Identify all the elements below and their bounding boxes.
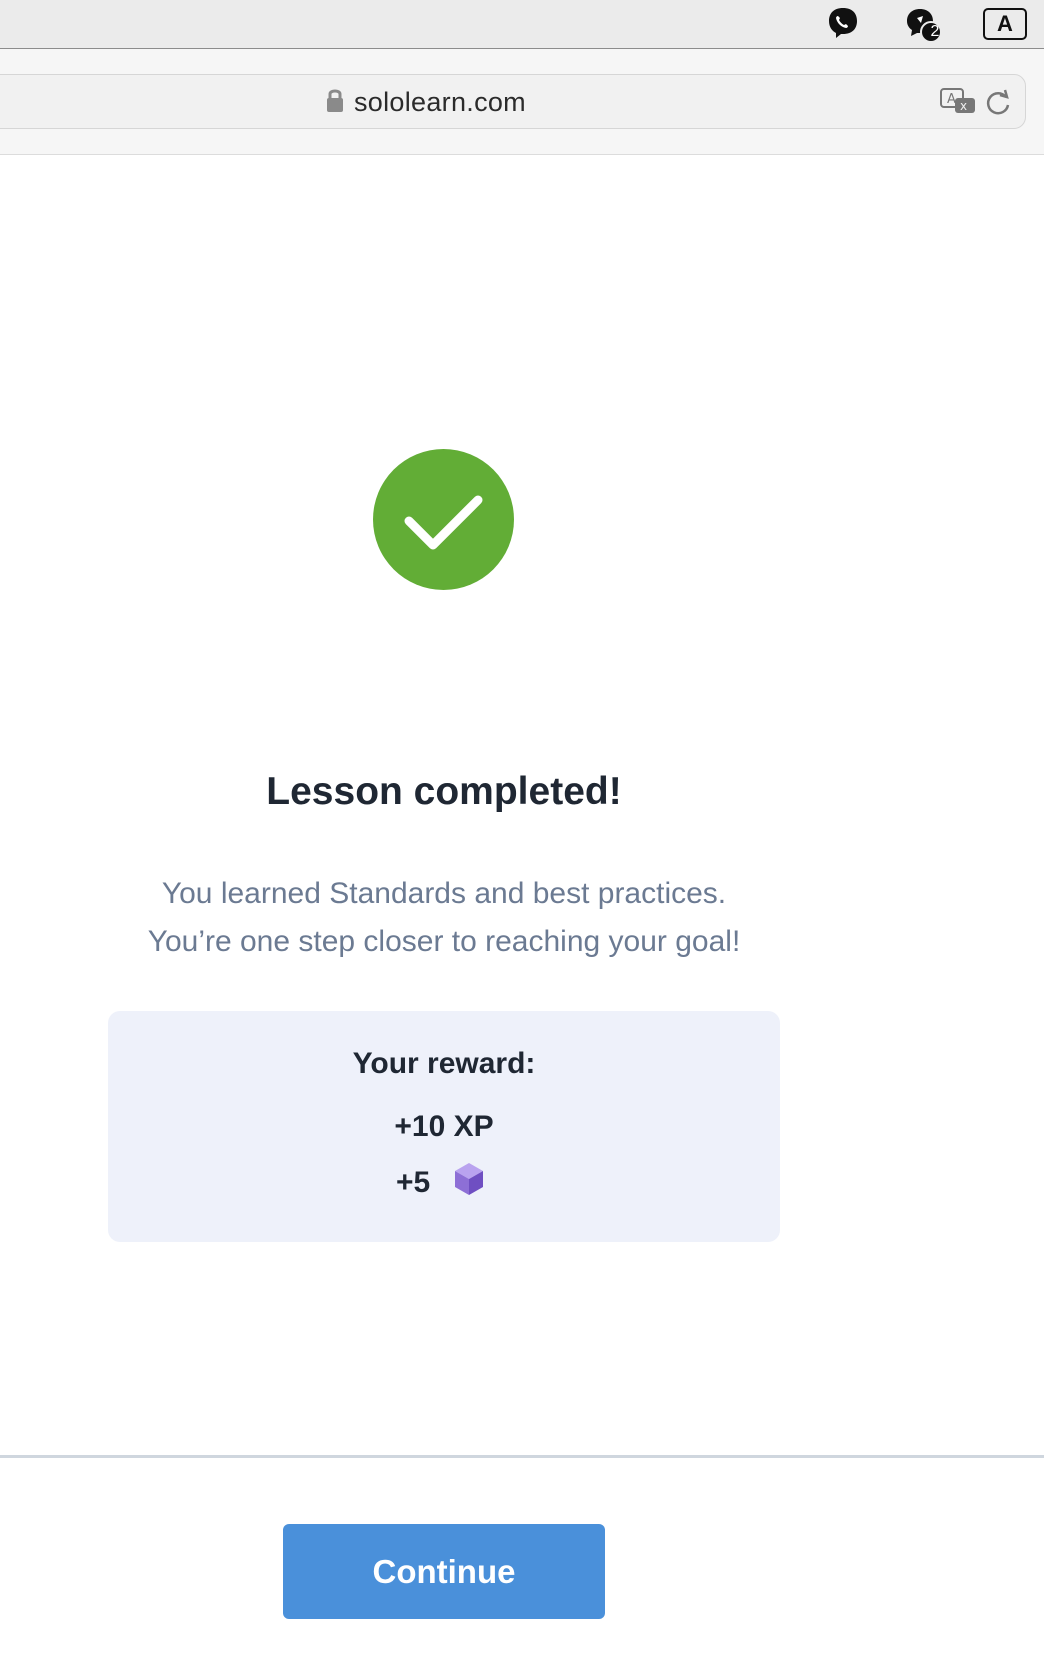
reward-title: Your reward: bbox=[352, 1047, 536, 1080]
url-text: sololearn.com bbox=[354, 86, 526, 117]
continue-button[interactable]: Continue bbox=[283, 1524, 605, 1619]
reward-card: Your reward: +10 XP +5 bbox=[108, 1011, 780, 1242]
chat-notification-icon[interactable]: 2 bbox=[904, 6, 944, 49]
lock-icon bbox=[326, 87, 344, 118]
success-check-icon bbox=[373, 449, 514, 590]
reward-bits-value: +5 bbox=[396, 1166, 431, 1199]
notification-count-badge: 2 bbox=[930, 23, 940, 40]
reward-xp: +10 XP bbox=[394, 1110, 494, 1143]
description-line: You’re one step closer to reaching your … bbox=[147, 925, 741, 958]
url-display[interactable]: sololearn.com bbox=[326, 86, 526, 118]
address-bar[interactable]: sololearn.com A x bbox=[0, 74, 1026, 129]
menu-bar: 2 A bbox=[0, 0, 1044, 49]
lesson-completed-title: Lesson completed! bbox=[266, 770, 622, 813]
translate-icon[interactable]: A x bbox=[939, 87, 979, 122]
svg-text:x: x bbox=[960, 99, 967, 113]
svg-text:A: A bbox=[947, 92, 956, 107]
browser-toolbar: sololearn.com A x bbox=[0, 49, 1044, 155]
reward-bits-row: +5 bbox=[396, 1163, 484, 1203]
viber-icon[interactable] bbox=[826, 6, 860, 45]
input-source-label: A bbox=[997, 11, 1013, 36]
description-line: You learned Standards and best practices… bbox=[161, 877, 727, 910]
bit-cube-icon bbox=[454, 1162, 484, 1204]
input-source-icon[interactable]: A bbox=[983, 8, 1027, 40]
lesson-description: You learned Standards and best practices… bbox=[0, 870, 888, 966]
reload-icon[interactable] bbox=[984, 89, 1012, 122]
